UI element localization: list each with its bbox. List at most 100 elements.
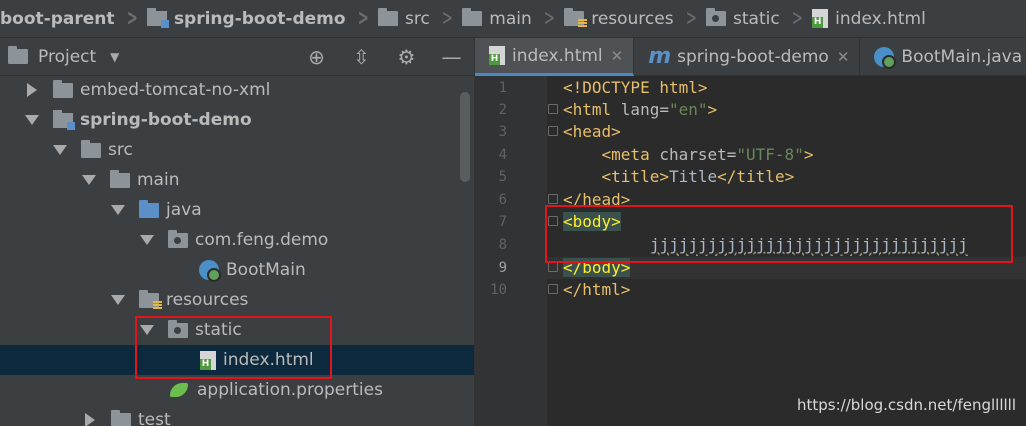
line-number: 2 [498, 102, 507, 118]
watermark: https://blog.csdn.net/fengllllll [797, 396, 1016, 414]
code-line-10: </html> [563, 280, 631, 299]
tree-item-application-properties[interactable]: application.properties [0, 375, 474, 405]
folder-icon [110, 169, 130, 188]
editor-tab-bar: index.html ✕ m spring-boot-demo ✕ BootMa… [475, 38, 1026, 76]
breadcrumb-separator-icon: > [357, 6, 369, 31]
breadcrumb: boot-parent > spring-boot-demo > src > m… [0, 0, 1026, 38]
fold-marker-icon[interactable] [548, 126, 558, 136]
fold-marker-icon[interactable] [548, 194, 558, 204]
collapse-arrow-icon[interactable] [111, 205, 125, 215]
tree-item-embed-tomcat-no-xml[interactable]: embed-tomcat-no-xml [0, 76, 474, 105]
breadcrumb-separator-icon: > [543, 6, 555, 31]
breadcrumb-item-src[interactable]: src > [378, 0, 462, 37]
close-icon[interactable]: ✕ [611, 47, 624, 65]
tree-item-main[interactable]: main [0, 165, 474, 195]
tree-item-bootmain[interactable]: BootMain [0, 255, 474, 285]
expand-arrow-icon[interactable] [27, 83, 37, 97]
breadcrumb-label: resources [591, 8, 674, 29]
close-icon[interactable]: ✕ [837, 48, 850, 66]
tree-item-test[interactable]: test [0, 405, 474, 426]
tab-spring-boot-demo[interactable]: m spring-boot-demo ✕ [634, 38, 861, 76]
line-number: 7 [498, 214, 507, 230]
project-view-selector[interactable]: Project ▼ [8, 46, 120, 67]
tab-label: spring-boot-demo [677, 47, 829, 67]
line-number: 10 [490, 282, 507, 298]
breadcrumb-item-boot-parent[interactable]: boot-parent > [0, 0, 147, 37]
collapse-arrow-icon[interactable] [25, 115, 39, 125]
chevron-down-icon: ▼ [110, 49, 120, 64]
breadcrumb-label: boot-parent [0, 8, 115, 29]
html-file-icon [812, 9, 829, 28]
annotation-box-tree [135, 316, 332, 379]
expand-arrow-icon[interactable] [85, 413, 95, 426]
breadcrumb-separator-icon: > [685, 6, 697, 31]
tab-label: BootMain.java [901, 47, 1023, 67]
fold-marker-icon[interactable] [548, 104, 558, 114]
tree-item-src[interactable]: src [0, 135, 474, 165]
tree-item-resources[interactable]: resources [0, 285, 474, 315]
code-line-3: <head> [563, 122, 621, 141]
breadcrumb-label: spring-boot-demo [173, 8, 346, 29]
breadcrumb-item-main[interactable]: main > [462, 0, 564, 37]
breadcrumb-separator-icon: > [791, 6, 803, 31]
breadcrumb-item-spring-boot-demo[interactable]: spring-boot-demo > [146, 0, 378, 37]
code-line-4: <meta charset="UTF-8"> [563, 145, 814, 164]
tree-scrollbar[interactable] [460, 92, 470, 182]
folder-icon [53, 79, 73, 98]
annotation-box-editor [545, 205, 1013, 263]
minimize-icon[interactable]: — [429, 45, 474, 69]
module-folder-icon [53, 109, 75, 130]
project-folder-icon [8, 46, 28, 64]
folder-icon [462, 8, 483, 26]
line-number-current: 9 [498, 260, 507, 276]
target-icon[interactable]: ⊕ [294, 45, 339, 69]
fold-marker-icon[interactable] [548, 262, 558, 272]
module-folder-icon [146, 8, 169, 28]
breadcrumb-separator-icon: > [441, 6, 453, 31]
breadcrumb-item-resources[interactable]: resources > [564, 0, 706, 37]
code-line-2: <html lang="en"> [563, 100, 718, 119]
collapse-arrow-icon[interactable] [53, 145, 67, 155]
folder-icon [81, 139, 101, 158]
line-number: 4 [498, 147, 507, 163]
line-number: 1 [498, 80, 507, 96]
tree-item-spring-boot-demo[interactable]: spring-boot-demo [0, 105, 474, 135]
folder-icon [111, 409, 131, 426]
spring-boot-class-icon [199, 260, 221, 282]
collapse-arrow-icon[interactable] [82, 175, 96, 185]
breadcrumb-item-static[interactable]: static > [706, 0, 812, 37]
project-panel-title: Project [38, 46, 97, 67]
breadcrumb-label: src [405, 8, 430, 29]
tab-label: index.html [512, 45, 603, 66]
package-folder-icon [706, 8, 727, 26]
line-number: 6 [498, 192, 507, 208]
line-number: 8 [498, 237, 507, 253]
line-number: 5 [498, 169, 507, 185]
code-line-5: <title>Title</title> [563, 167, 795, 186]
breadcrumb-label: static [733, 8, 780, 29]
maven-icon: m [648, 44, 672, 69]
collapse-arrow-icon[interactable] [140, 235, 154, 245]
fold-marker-icon[interactable] [548, 284, 558, 294]
source-folder-icon [139, 199, 159, 218]
code-line-1: <!DOCTYPE html> [563, 78, 708, 97]
project-panel-header: Project ▼ ⊕ ⇳ ⚙ — [0, 38, 474, 76]
package-folder-icon [168, 229, 188, 248]
tree-item-java[interactable]: java [0, 195, 474, 225]
tab-index-html[interactable]: index.html ✕ [475, 38, 635, 76]
resources-folder-icon [139, 289, 162, 310]
line-number: 3 [498, 124, 507, 140]
breadcrumb-label: main [489, 8, 532, 29]
collapse-arrow-icon[interactable] [111, 295, 125, 305]
folder-icon [378, 8, 399, 26]
resources-folder-icon [564, 8, 588, 28]
html-file-icon [489, 46, 505, 65]
collapse-icon[interactable]: ⇳ [339, 45, 384, 69]
breadcrumb-separator-icon: > [126, 6, 138, 31]
breadcrumb-item-index-html[interactable]: index.html [812, 0, 926, 37]
spring-leaf-icon [170, 381, 190, 399]
tab-bootmain-java[interactable]: BootMain.java [860, 38, 1026, 76]
breadcrumb-label: index.html [835, 8, 926, 29]
gear-icon[interactable]: ⚙ [384, 45, 429, 69]
tree-item-com-feng-demo[interactable]: com.feng.demo [0, 225, 474, 255]
